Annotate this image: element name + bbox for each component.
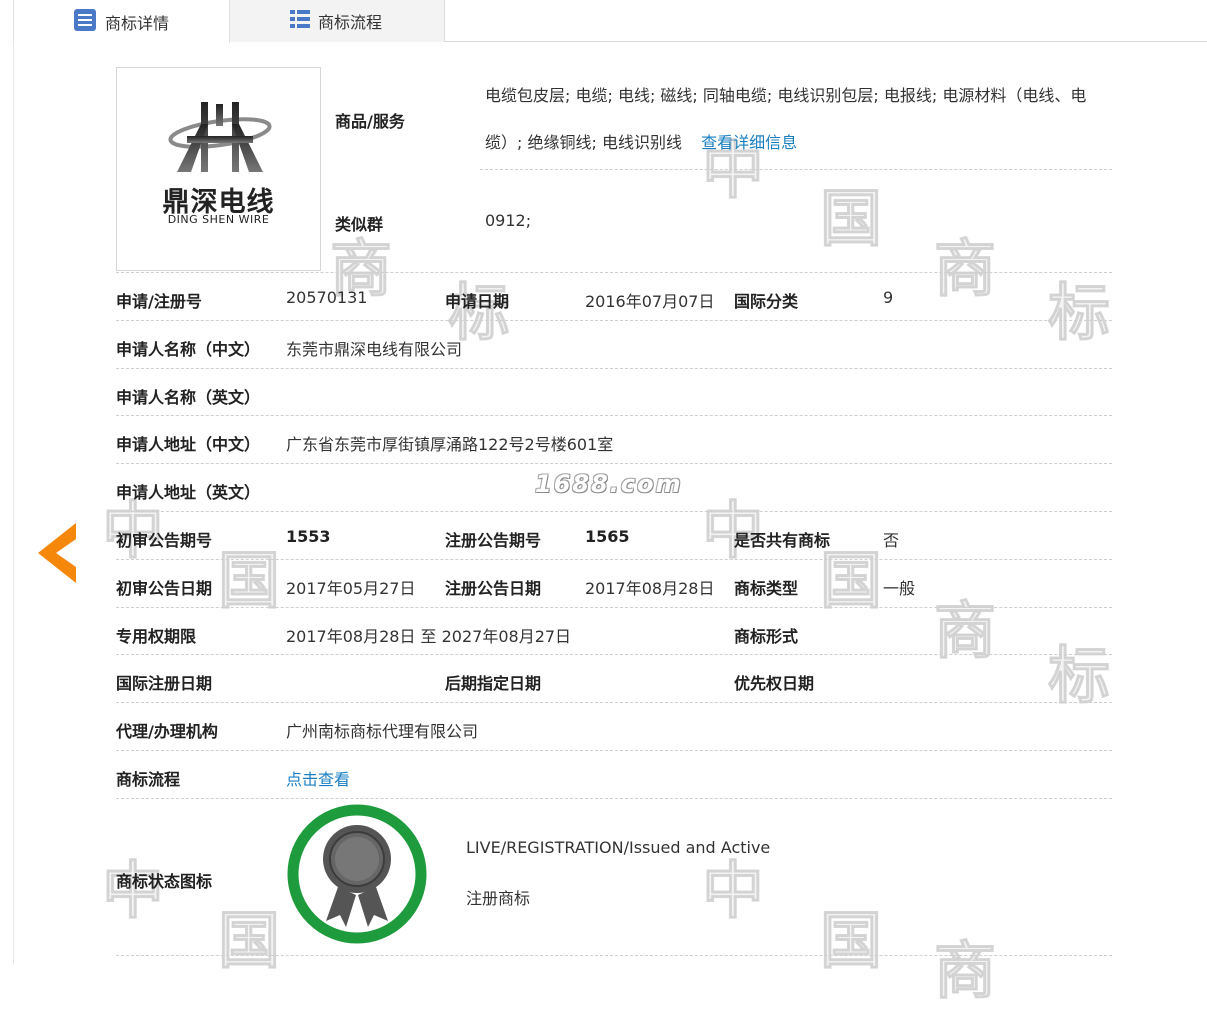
reg-date-label: 注册公告日期 (445, 579, 542, 598)
tm-type-value: 一般 (883, 579, 916, 598)
trademark-logo: 鼎深电线 DING SHEN WIRE (116, 67, 321, 271)
tm-form-label: 商标形式 (734, 627, 799, 646)
registered-seal-icon (286, 803, 428, 949)
tab-trademark-flow[interactable]: 商标流程 (230, 0, 445, 42)
tm-type-label: 商标类型 (734, 579, 799, 598)
divider (116, 463, 1112, 464)
address-cn-label: 申请人地址（中文） (116, 435, 261, 454)
prelim-date-label: 初审公告日期 (116, 579, 213, 598)
similar-group-value: 0912; (485, 211, 532, 230)
tab-trademark-detail[interactable]: 商标详情 (13, 0, 230, 43)
address-cn-value: 广东省东莞市厚街镇厚涌路122号2号楼601室 (286, 435, 614, 454)
reg-no-label: 申请/注册号 (116, 292, 202, 311)
intl-reg-date-label: 国际注册日期 (116, 674, 213, 693)
divider (116, 798, 1112, 799)
shared-value: 否 (883, 531, 900, 550)
list-document-icon (73, 8, 97, 36)
apply-date-label: 申请日期 (445, 292, 510, 311)
divider (116, 415, 1112, 416)
back-arrow-icon[interactable] (38, 523, 78, 587)
divider (116, 750, 1112, 751)
divider (116, 955, 1112, 956)
divider (116, 272, 1112, 273)
tab-bar: 商标详情 商标流程 (13, 0, 1207, 43)
logo-text-en: DING SHEN WIRE (167, 213, 270, 226)
divider (116, 702, 1112, 703)
list-icon (290, 10, 310, 32)
tab-label: 商标流程 (318, 13, 383, 32)
applicant-cn-label: 申请人名称（中文） (116, 340, 261, 359)
exclusive-period-value: 2017年08月28日 至 2027年08月27日 (286, 627, 572, 646)
status-label: 商标状态图标 (116, 872, 213, 891)
reg-no-value: 20570131 (286, 288, 368, 307)
applicant-en-label: 申请人名称（英文） (116, 388, 261, 407)
prelim-issue-label: 初审公告期号 (116, 531, 213, 550)
tab-label: 商标详情 (105, 13, 170, 33)
status-text: LIVE/REGISTRATION/Issued and Active (466, 838, 771, 857)
reg-issue-value: 1565 (585, 527, 630, 546)
apply-date-value: 2016年07月07日 (585, 292, 715, 311)
prelim-date-value: 2017年05月27日 (286, 579, 416, 598)
prelim-issue-value: 1553 (286, 527, 331, 546)
divider (116, 368, 1112, 369)
goods-label: 商品/服务 (335, 112, 405, 131)
later-date-label: 后期指定日期 (445, 674, 542, 693)
agent-value: 广州南标商标代理有限公司 (286, 722, 479, 741)
view-detail-link[interactable]: 查看详细信息 (701, 133, 797, 152)
reg-issue-label: 注册公告期号 (445, 531, 542, 550)
divider (116, 320, 1112, 321)
applicant-cn-value: 东莞市鼎深电线有限公司 (286, 340, 463, 359)
logo-mark-icon (168, 102, 272, 172)
site-watermark: 1688.com (535, 470, 683, 498)
address-en-label: 申请人地址（英文） (116, 483, 261, 502)
status-cn-text: 注册商标 (466, 889, 531, 908)
similar-group-label: 类似群 (335, 215, 384, 234)
goods-value: 电缆包皮层; 电缆; 电线; 磁线; 同轴电缆; 电线识别包层; 电报线; 电源… (485, 72, 1110, 166)
divider (480, 169, 1112, 170)
exclusive-period-label: 专用权期限 (116, 627, 197, 646)
shared-label: 是否共有商标 (734, 531, 831, 550)
divider (116, 654, 1112, 655)
agent-label: 代理/办理机构 (116, 722, 218, 741)
flow-view-link[interactable]: 点击查看 (286, 766, 350, 790)
intl-class-value: 9 (883, 288, 894, 307)
divider (116, 607, 1112, 608)
intl-class-label: 国际分类 (734, 292, 799, 311)
divider (116, 559, 1112, 560)
divider (116, 511, 1112, 512)
flow-label: 商标流程 (116, 770, 181, 789)
priority-date-label: 优先权日期 (734, 674, 815, 693)
reg-date-value: 2017年08月28日 (585, 579, 715, 598)
